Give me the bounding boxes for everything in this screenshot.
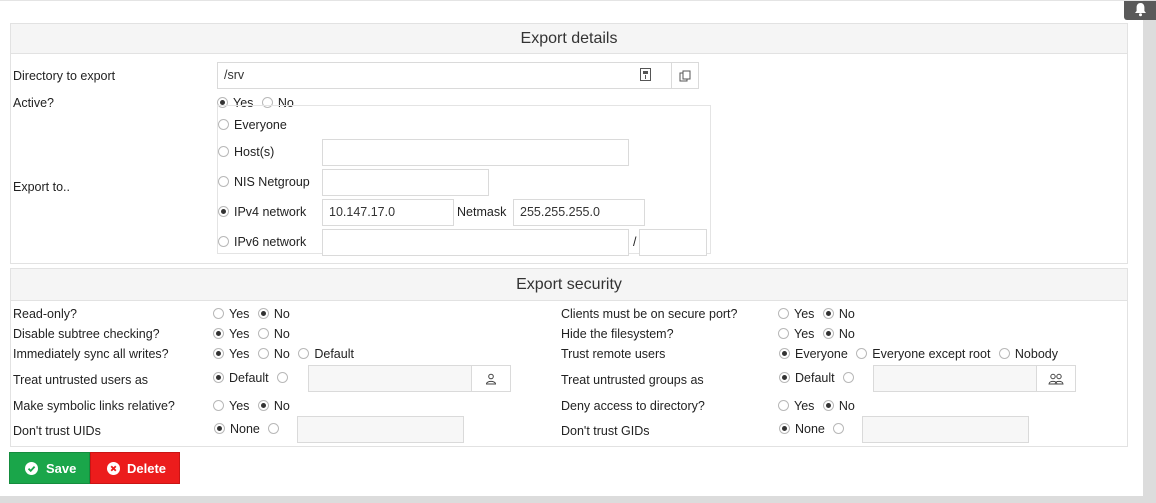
ipv6-input[interactable]: [322, 229, 629, 256]
ipv4-option[interactable]: IPv4 network: [218, 205, 306, 219]
sync-yes-option[interactable]: Yes: [213, 347, 249, 361]
secure-port-radio-group: Yes No: [778, 307, 860, 321]
hosts-radio[interactable]: [218, 146, 229, 157]
untrusted-group-input[interactable]: [873, 365, 1037, 392]
export-security-panel: Export security Read-only? Yes No Disabl…: [10, 268, 1128, 447]
untrusted-groups-label: Treat untrusted groups as: [561, 373, 704, 387]
trust-remote-label: Trust remote users: [561, 347, 666, 361]
untrusted-users-radio-group: Default: [213, 371, 298, 385]
delete-label: Delete: [127, 461, 167, 476]
group-chooser-button[interactable]: [1036, 365, 1076, 392]
sync-default-option[interactable]: Default: [298, 347, 354, 361]
everyone-option[interactable]: Everyone: [218, 118, 287, 132]
nis-radio[interactable]: [218, 176, 229, 187]
secure-port-label: Clients must be on secure port?: [561, 307, 738, 321]
export-details-title: Export details: [11, 24, 1127, 54]
secure-port-no-option[interactable]: No: [822, 307, 855, 321]
symlinks-yes-option[interactable]: Yes: [213, 399, 249, 413]
subtree-yes-option[interactable]: Yes: [213, 327, 249, 341]
copy-icon: [679, 70, 691, 81]
deny-yes-option[interactable]: Yes: [778, 399, 814, 413]
page: Export details Directory to export /srv …: [0, 0, 1156, 496]
uids-custom-option[interactable]: [268, 422, 284, 436]
save-label: Save: [46, 461, 77, 476]
subtree-no-option[interactable]: No: [257, 327, 290, 341]
copy-path-button[interactable]: [671, 62, 699, 89]
user-icon: [485, 373, 497, 384]
sync-radio-group: Yes No Default: [213, 347, 359, 361]
untrusted-groups-radio-group: Default: [779, 371, 864, 385]
gids-radio-group: None: [779, 422, 854, 436]
gids-label: Don't trust GIDs: [561, 424, 650, 438]
subtree-label: Disable subtree checking?: [13, 327, 160, 341]
directory-label: Directory to export: [13, 69, 116, 83]
ipv6-option[interactable]: IPv6 network: [218, 235, 306, 249]
readonly-radio-group: Yes No: [213, 307, 295, 321]
symlinks-label: Make symbolic links relative?: [13, 399, 175, 413]
hide-fs-no-option[interactable]: No: [822, 327, 855, 341]
sync-label: Immediately sync all writes?: [13, 347, 169, 361]
untrusted-users-default-option[interactable]: Default: [213, 371, 269, 385]
readonly-no-option[interactable]: No: [257, 307, 290, 321]
directory-value: /srv: [224, 68, 245, 82]
trust-nobody-option[interactable]: Nobody: [998, 347, 1058, 361]
export-details-panel: Export details Directory to export /srv …: [10, 23, 1128, 264]
hide-fs-radio-group: Yes No: [778, 327, 860, 341]
user-chooser-button[interactable]: [471, 365, 511, 392]
ipv6-prefix-input[interactable]: [639, 229, 707, 256]
ipv4-input[interactable]: 10.147.17.0: [322, 199, 454, 226]
subtree-radio-group: Yes No: [213, 327, 295, 341]
netmask-input[interactable]: 255.255.255.0: [513, 199, 645, 226]
uids-radio-group: None: [214, 422, 289, 436]
times-circle-icon: [107, 462, 120, 475]
export-to-label: Export to..: [13, 180, 70, 194]
hide-fs-label: Hide the filesystem?: [561, 327, 674, 341]
save-button[interactable]: Save: [9, 452, 90, 484]
untrusted-groups-default-option[interactable]: Default: [779, 371, 835, 385]
nis-option[interactable]: NIS Netgroup: [218, 175, 310, 189]
deny-label: Deny access to directory?: [561, 399, 705, 413]
deny-no-option[interactable]: No: [822, 399, 855, 413]
hosts-input[interactable]: [322, 139, 629, 166]
export-security-title: Export security: [11, 269, 1127, 301]
active-label: Active?: [13, 96, 54, 110]
secure-port-yes-option[interactable]: Yes: [778, 307, 814, 321]
untrusted-users-custom-option[interactable]: [277, 371, 293, 385]
hide-fs-yes-option[interactable]: Yes: [778, 327, 814, 341]
untrusted-user-input[interactable]: [308, 365, 472, 392]
uids-input[interactable]: [297, 416, 464, 443]
hosts-option[interactable]: Host(s): [218, 145, 274, 159]
directory-input[interactable]: /srv: [217, 62, 672, 89]
check-circle-icon: [25, 462, 38, 475]
group-icon: [1048, 373, 1064, 384]
readonly-label: Read-only?: [13, 307, 77, 321]
deny-radio-group: Yes No: [778, 399, 860, 413]
trust-remote-radio-group: Everyone Everyone except root Nobody: [779, 347, 1063, 361]
untrusted-groups-custom-option[interactable]: [843, 371, 859, 385]
delete-button[interactable]: Delete: [90, 452, 180, 484]
uids-none-option[interactable]: None: [214, 422, 260, 436]
readonly-yes-option[interactable]: Yes: [213, 307, 249, 321]
ipv6-radio[interactable]: [218, 236, 229, 247]
file-chooser-icon[interactable]: [640, 68, 651, 84]
ipv4-radio[interactable]: [218, 206, 229, 217]
nis-input[interactable]: [322, 169, 489, 196]
notifications-button[interactable]: [1124, 1, 1156, 20]
gids-custom-option[interactable]: [833, 422, 849, 436]
symlinks-no-option[interactable]: No: [257, 399, 290, 413]
trust-everyone-option[interactable]: Everyone: [779, 347, 848, 361]
uids-label: Don't trust UIDs: [13, 424, 101, 438]
symlinks-radio-group: Yes No: [213, 399, 295, 413]
everyone-radio[interactable]: [218, 119, 229, 130]
gids-none-option[interactable]: None: [779, 422, 825, 436]
bell-icon: [1135, 3, 1146, 17]
ipv6-slash: /: [633, 235, 637, 249]
untrusted-users-label: Treat untrusted users as: [13, 373, 149, 387]
trust-except-root-option[interactable]: Everyone except root: [856, 347, 990, 361]
sync-no-option[interactable]: No: [257, 347, 290, 361]
netmask-label: Netmask: [457, 205, 507, 219]
gids-input[interactable]: [862, 416, 1029, 443]
